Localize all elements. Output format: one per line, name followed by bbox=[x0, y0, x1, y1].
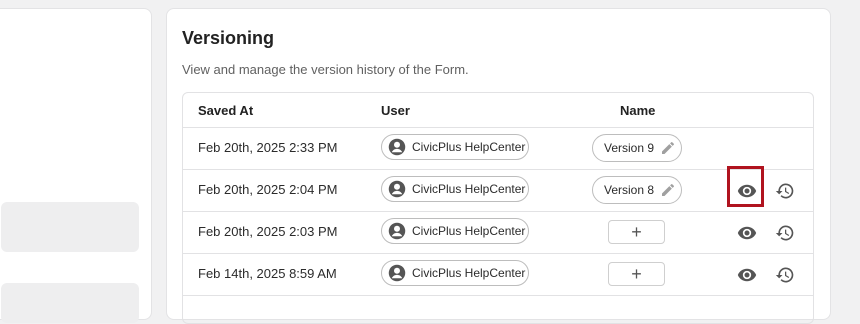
versioning-card: Versioning View and manage the version h… bbox=[166, 8, 831, 324]
user-name: CivicPlus HelpCenter bbox=[412, 224, 526, 238]
side-panel bbox=[0, 8, 152, 323]
header-saved-at: Saved At bbox=[198, 103, 254, 118]
user-name: CivicPlus HelpCenter bbox=[412, 266, 526, 280]
version-name: Version 8 bbox=[604, 183, 655, 197]
versioning-subtitle: View and manage the version history of t… bbox=[182, 62, 469, 77]
side-panel-block bbox=[1, 283, 139, 323]
user-chip[interactable]: CivicPlus HelpCenter bbox=[381, 176, 529, 202]
saved-at-cell: Feb 20th, 2025 2:03 PM bbox=[198, 224, 338, 239]
add-version-name-button[interactable]: + bbox=[608, 262, 665, 286]
user-name: CivicPlus HelpCenter bbox=[412, 182, 526, 196]
account-circle-icon bbox=[388, 264, 406, 282]
account-circle-icon bbox=[388, 138, 406, 156]
table-row: Feb 14th, 2025 8:59 AM CivicPlus HelpCen… bbox=[183, 254, 813, 296]
user-chip[interactable]: CivicPlus HelpCenter bbox=[381, 218, 529, 244]
history-icon[interactable] bbox=[774, 180, 796, 202]
eye-icon[interactable] bbox=[736, 180, 758, 202]
versioning-title: Versioning bbox=[182, 28, 275, 48]
account-circle-icon bbox=[388, 222, 406, 240]
saved-at-cell: Feb 20th, 2025 2:33 PM bbox=[198, 140, 338, 155]
account-circle-icon bbox=[388, 180, 406, 198]
version-name-chip[interactable]: Version 9 bbox=[592, 134, 682, 162]
history-icon[interactable] bbox=[774, 264, 796, 286]
version-name: Version 9 bbox=[604, 141, 655, 155]
user-name: CivicPlus HelpCenter bbox=[412, 140, 526, 154]
table-header: Saved At User Name bbox=[183, 93, 813, 128]
saved-at-cell: Feb 14th, 2025 8:59 AM bbox=[198, 266, 337, 281]
user-chip[interactable]: CivicPlus HelpCenter bbox=[381, 260, 529, 286]
version-history-table: Saved At User Name Feb 20th, 2025 2:33 P… bbox=[182, 92, 814, 324]
table-row: Feb 20th, 2025 2:33 PM CivicPlus HelpCen… bbox=[183, 128, 813, 170]
eye-icon[interactable] bbox=[736, 222, 758, 244]
header-name: Name bbox=[620, 103, 656, 118]
pencil-icon[interactable] bbox=[660, 140, 676, 156]
header-user: User bbox=[381, 103, 410, 118]
saved-at-cell: Feb 20th, 2025 2:04 PM bbox=[198, 182, 338, 197]
add-version-name-button[interactable]: + bbox=[608, 220, 665, 244]
table-row: Feb 20th, 2025 2:04 PM CivicPlus HelpCen… bbox=[183, 166, 813, 212]
history-icon[interactable] bbox=[774, 222, 796, 244]
user-chip[interactable]: CivicPlus HelpCenter bbox=[381, 134, 529, 160]
eye-icon[interactable] bbox=[736, 264, 758, 286]
version-name-chip[interactable]: Version 8 bbox=[592, 176, 682, 204]
side-panel-block bbox=[1, 202, 139, 252]
pencil-icon[interactable] bbox=[660, 182, 676, 198]
table-row: Feb 20th, 2025 2:03 PM CivicPlus HelpCen… bbox=[183, 212, 813, 254]
